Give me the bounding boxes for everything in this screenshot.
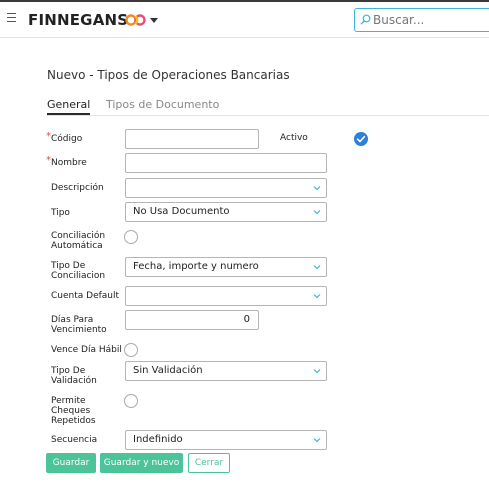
search-box xyxy=(354,8,489,32)
tipo-select[interactable]: No Usa Documento xyxy=(125,202,327,222)
vence-dia-habil-label: Vence Día Hábil xyxy=(51,345,122,355)
label-line: Tipo De xyxy=(51,261,86,271)
permite-cheques-repetidos-toggle[interactable] xyxy=(124,394,138,408)
cuenta-default-select[interactable] xyxy=(125,286,327,306)
page-title: Nuevo - Tipos de Operaciones Bancarias xyxy=(47,68,290,82)
chevron-down-icon xyxy=(313,294,321,299)
hamburger-menu-icon[interactable] xyxy=(7,13,16,23)
tipo-validacion-select[interactable]: Sin Validación xyxy=(125,361,327,381)
activo-label: Activo xyxy=(280,133,308,143)
dias-vencimiento-input[interactable]: 0 xyxy=(125,310,259,330)
tipo-validacion-value: Sin Validación xyxy=(133,365,203,376)
brand-dropdown-caret-icon[interactable] xyxy=(150,18,158,23)
tipo-conciliacion-label: Tipo De Conciliacion xyxy=(51,261,105,281)
tab-tipos-de-documento[interactable]: Tipos de Documento xyxy=(106,98,219,111)
label-line: Automática xyxy=(51,241,103,251)
tipo-conciliacion-value: Fecha, importe y numero xyxy=(133,261,259,272)
dias-vencimiento-label: Días Para Vencimiento xyxy=(51,315,107,335)
search-input[interactable] xyxy=(373,11,485,29)
tab-general[interactable]: General xyxy=(47,98,90,111)
tipo-conciliacion-select[interactable]: Fecha, importe y numero xyxy=(125,257,327,277)
codigo-input[interactable] xyxy=(125,129,259,149)
label-line: Conciliacion xyxy=(51,271,106,281)
label-line: Días Para xyxy=(51,315,94,325)
tipo-validacion-label: Tipo De Validación xyxy=(51,366,97,386)
cuenta-default-label: Cuenta Default xyxy=(51,291,120,301)
tipo-value: No Usa Documento xyxy=(133,206,230,217)
permite-cheques-repetidos-label: Permite Cheques Repetidos xyxy=(51,396,96,426)
descripcion-label: Descripción xyxy=(51,183,104,193)
label-line: Repetidos xyxy=(51,416,96,426)
label-line: Tipo De xyxy=(51,366,86,376)
chevron-down-icon xyxy=(313,210,321,215)
conciliacion-automatica-label: Conciliación Automática xyxy=(51,231,105,251)
close-button[interactable]: Cerrar xyxy=(188,453,230,473)
chevron-down-icon xyxy=(313,186,321,191)
tipo-label: Tipo xyxy=(51,208,70,218)
save-and-new-button[interactable]: Guardar y nuevo xyxy=(100,453,183,473)
label-line: Permite xyxy=(51,396,86,406)
nombre-label: Nombre xyxy=(51,158,87,168)
brand-name[interactable]: FINNEGANS xyxy=(28,11,128,29)
activo-checkbox-checked-icon[interactable] xyxy=(354,132,368,146)
label-line: Validación xyxy=(51,376,97,386)
top-bar: FINNEGANS xyxy=(0,0,489,38)
chevron-down-icon xyxy=(313,265,321,270)
brand-logo-icon xyxy=(125,14,146,26)
descripcion-select[interactable] xyxy=(125,178,327,198)
label-line: Cheques xyxy=(51,406,91,416)
vence-dia-habil-toggle[interactable] xyxy=(124,343,138,357)
chevron-down-icon xyxy=(313,369,321,374)
label-line: Conciliación xyxy=(51,231,106,241)
nombre-input[interactable] xyxy=(125,153,327,173)
secuencia-select[interactable]: Indefinido xyxy=(125,430,327,450)
secuencia-label: Secuencia xyxy=(51,435,98,445)
codigo-label: Código xyxy=(51,134,83,144)
save-button[interactable]: Guardar xyxy=(46,453,96,473)
chevron-down-icon xyxy=(313,438,321,443)
search-icon xyxy=(360,14,371,25)
label-line: Vencimiento xyxy=(51,325,107,335)
secuencia-value: Indefinido xyxy=(133,434,183,445)
conciliacion-automatica-toggle[interactable] xyxy=(124,230,138,244)
tab-divider xyxy=(47,115,489,116)
